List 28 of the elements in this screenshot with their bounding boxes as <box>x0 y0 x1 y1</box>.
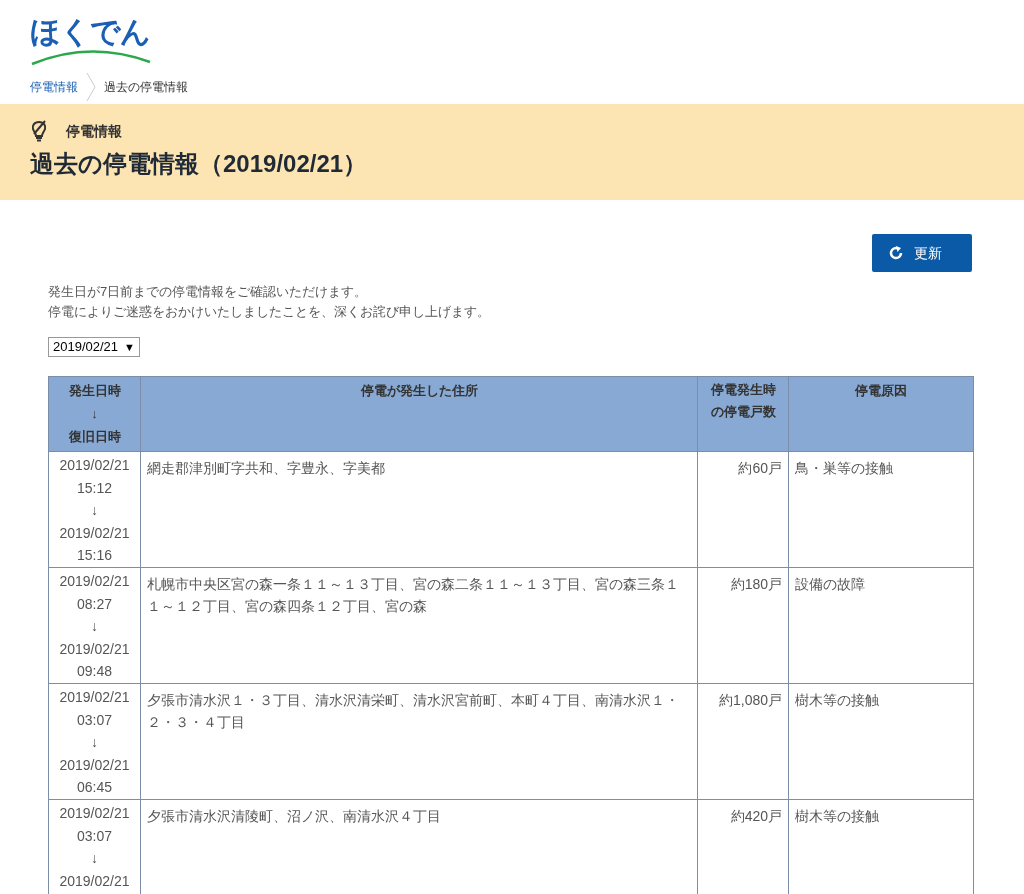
banner-category: 停電情報 <box>66 121 122 141</box>
intro-text: 発生日が7日前までの停電情報をご確認いただけます。 <box>48 283 369 301</box>
refresh-icon <box>888 245 904 261</box>
households-cell: 約180戸 <box>697 567 789 684</box>
company-logo[interactable]: ほくでん <box>30 14 152 66</box>
households-cell: 約1,080戸 <box>697 683 789 800</box>
refresh-button[interactable]: 更新 <box>872 234 972 272</box>
cause-cell: 鳥・巣等の接触 <box>788 451 974 568</box>
column-header: 発生日時 ↓ 復旧日時 <box>48 376 141 452</box>
time-cell: 2019/02/21 08:27 ↓ 2019/02/21 09:48 <box>48 567 141 684</box>
column-header: 停電発生時 の停電戸数 <box>697 376 789 452</box>
time-cell: 2019/02/21 15:12 ↓ 2019/02/21 15:16 <box>48 451 141 568</box>
lightbulb-icon <box>30 120 48 142</box>
chevron-icon <box>86 72 96 102</box>
address-cell: 夕張市清水沢１・３丁目、清水沢清栄町、清水沢宮前町、本町４丁目、南清水沢１・２・３・４丁目 <box>140 683 698 800</box>
column-header: 停電が発生した住所 <box>140 376 698 452</box>
breadcrumb-link[interactable]: 停電情報 <box>30 78 78 96</box>
intro-text: 停電によりご迷惑をおかけいたしましたことを、深くお詫び申し上げます。 <box>48 303 491 321</box>
households-cell: 約60戸 <box>697 451 789 568</box>
cause-cell: 樹木等の接触 <box>788 683 974 800</box>
cause-cell: 設備の故障 <box>788 567 974 684</box>
time-cell: 2019/02/21 03:07 ↓ 2019/02/21 06:45 <box>48 683 141 800</box>
page-title: 過去の停電情報（2019/02/21） <box>30 149 369 179</box>
time-cell: 2019/02/21 03:07 ↓ 2019/02/21 <box>48 799 141 894</box>
date-select[interactable]: 2019/02/21 ▼ <box>48 336 140 357</box>
address-cell: 札幌市中央区宮の森一条１１～１３丁目、宮の森二条１１～１３丁目、宮の森三条１１～１２丁目、宮の森四条１２丁目、宮の森 <box>140 567 698 684</box>
column-header: 停電原因 <box>788 376 974 452</box>
address-cell: 網走郡津別町字共和、字豊永、字美都 <box>140 451 698 568</box>
